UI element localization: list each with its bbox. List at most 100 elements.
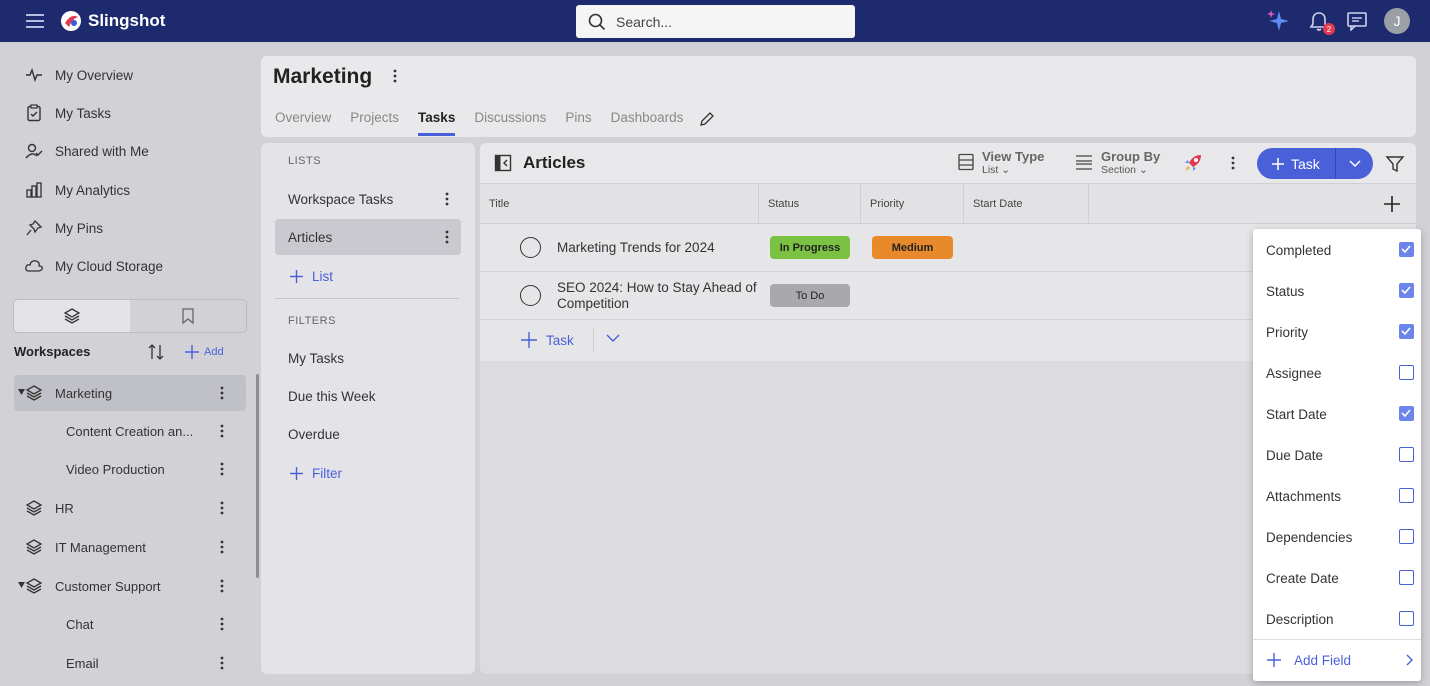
filter-icon[interactable] [1385, 154, 1405, 174]
more-options-icon[interactable] [220, 424, 224, 438]
more-options-icon[interactable] [445, 192, 449, 206]
add-filter-button[interactable]: Filter [289, 466, 342, 481]
filter-item-overdue[interactable]: Overdue [275, 416, 461, 452]
search-placeholder: Search... [616, 13, 673, 30]
nav-item-my-analytics[interactable]: My Analytics [25, 181, 130, 199]
group-by-icon [1076, 155, 1092, 170]
ai-sparkle-icon[interactable] [1266, 8, 1292, 34]
nav-item-shared-with-me[interactable]: Shared with Me [25, 142, 149, 160]
bookmarks-view-button[interactable] [130, 300, 246, 332]
add-field-button[interactable]: Add Field [1266, 652, 1414, 668]
filter-item-due-this-week[interactable]: Due this Week [275, 378, 461, 414]
workspace-item-customer-support[interactable]: Customer Support [14, 568, 246, 604]
field-checkbox[interactable] [1399, 406, 1414, 421]
more-options-icon[interactable] [220, 386, 224, 400]
add-column-plus-icon[interactable] [1381, 193, 1403, 215]
list-item-articles[interactable]: Articles [275, 219, 461, 255]
caret-down-icon[interactable] [18, 582, 25, 588]
workspace-item-content-creation[interactable]: Content Creation an... [14, 413, 246, 449]
layers-icon [25, 577, 43, 595]
field-option-start-date[interactable]: Start Date [1266, 404, 1414, 424]
tab-tasks[interactable]: Tasks [418, 110, 456, 136]
list-item-workspace-tasks[interactable]: Workspace Tasks [275, 181, 461, 217]
user-avatar[interactable]: J [1384, 8, 1410, 34]
more-options-icon[interactable] [220, 462, 224, 476]
notification-count-badge: 2 [1323, 23, 1335, 35]
field-checkbox[interactable] [1399, 488, 1414, 503]
nav-item-my-tasks[interactable]: My Tasks [25, 104, 111, 122]
sort-icon[interactable] [147, 343, 167, 361]
complete-task-checkbox[interactable] [520, 285, 541, 306]
tab-projects[interactable]: Projects [350, 110, 399, 128]
filter-item-my-tasks[interactable]: My Tasks [275, 340, 461, 376]
workspace-item-hr[interactable]: HR [14, 490, 246, 526]
collapse-panel-icon[interactable] [494, 154, 512, 172]
chevron-down-icon[interactable] [606, 334, 620, 343]
workspace-item-email[interactable]: Email [14, 645, 246, 681]
tab-pins[interactable]: Pins [565, 110, 591, 128]
field-checkbox[interactable] [1399, 447, 1414, 462]
field-checkbox[interactable] [1399, 611, 1414, 626]
more-options-icon[interactable] [220, 617, 224, 631]
field-option-completed[interactable]: Completed [1266, 240, 1414, 260]
column-header-title[interactable]: Title [480, 184, 759, 224]
field-option-create-date[interactable]: Create Date [1266, 568, 1414, 588]
field-checkbox[interactable] [1399, 242, 1414, 257]
caret-down-icon[interactable] [18, 389, 25, 395]
group-by-selector[interactable]: Group By Section ⌄ [1075, 149, 1160, 176]
field-option-priority[interactable]: Priority [1266, 322, 1414, 342]
add-task-dropdown[interactable] [1336, 159, 1373, 168]
field-option-due-date[interactable]: Due Date [1266, 445, 1414, 465]
task-title[interactable]: Marketing Trends for 2024 [557, 240, 757, 256]
field-option-description[interactable]: Description [1266, 609, 1414, 629]
notifications-bell-icon[interactable]: 2 [1308, 10, 1335, 35]
status-badge[interactable]: In Progress [770, 236, 850, 259]
tab-discussions[interactable]: Discussions [474, 110, 546, 128]
field-option-status[interactable]: Status [1266, 281, 1414, 301]
column-header-priority[interactable]: Priority [861, 184, 964, 224]
hamburger-menu-icon[interactable] [26, 13, 44, 29]
view-type-selector[interactable]: View Type List ⌄ [958, 149, 1044, 176]
sidebar-scrollbar[interactable] [256, 374, 259, 578]
edit-tabs-pencil-icon[interactable] [698, 110, 716, 128]
nav-item-my-overview[interactable]: My Overview [25, 66, 133, 84]
nav-item-my-cloud-storage[interactable]: My Cloud Storage [25, 257, 163, 275]
field-checkbox[interactable] [1399, 324, 1414, 339]
rocket-icon[interactable] [1182, 152, 1204, 174]
field-option-attachments[interactable]: Attachments [1266, 486, 1414, 506]
more-options-icon[interactable] [220, 579, 224, 593]
field-checkbox[interactable] [1399, 570, 1414, 585]
add-workspace-button[interactable]: Add [184, 344, 224, 360]
workspace-item-it-management[interactable]: IT Management [14, 529, 246, 565]
field-checkbox[interactable] [1399, 365, 1414, 380]
field-option-dependencies[interactable]: Dependencies [1266, 527, 1414, 547]
add-list-button[interactable]: List [289, 269, 333, 284]
priority-badge[interactable]: Medium [872, 236, 953, 259]
tab-overview[interactable]: Overview [275, 110, 331, 128]
nav-item-my-pins[interactable]: My Pins [25, 219, 103, 237]
more-options-icon[interactable] [220, 656, 224, 670]
add-task-button[interactable]: Task [1257, 148, 1373, 179]
field-checkbox[interactable] [1399, 529, 1414, 544]
column-header-status[interactable]: Status [759, 184, 861, 224]
column-header-start-date[interactable]: Start Date [964, 184, 1089, 224]
workspace-item-chat[interactable]: Chat [14, 606, 246, 642]
field-checkbox[interactable] [1399, 283, 1414, 298]
more-options-icon[interactable] [220, 540, 224, 554]
messages-icon[interactable] [1346, 11, 1368, 31]
workspace-item-video-production[interactable]: Video Production [14, 451, 246, 487]
complete-task-checkbox[interactable] [520, 237, 541, 258]
search-input[interactable]: Search... [576, 5, 855, 38]
field-option-assignee[interactable]: Assignee [1266, 363, 1414, 383]
tab-dashboards[interactable]: Dashboards [611, 110, 684, 128]
workspaces-view-button[interactable] [14, 300, 130, 332]
inline-add-task-button[interactable]: Task [520, 331, 574, 349]
more-options-icon[interactable] [220, 501, 224, 515]
more-options-icon[interactable] [1231, 156, 1235, 170]
status-badge[interactable]: To Do [770, 284, 850, 307]
app-logo[interactable]: Slingshot [60, 10, 165, 32]
more-options-icon[interactable] [445, 230, 449, 244]
workspace-item-marketing[interactable]: Marketing [14, 375, 246, 411]
task-title[interactable]: SEO 2024: How to Stay Ahead of Competiti… [557, 280, 757, 312]
more-options-icon[interactable] [393, 69, 397, 83]
